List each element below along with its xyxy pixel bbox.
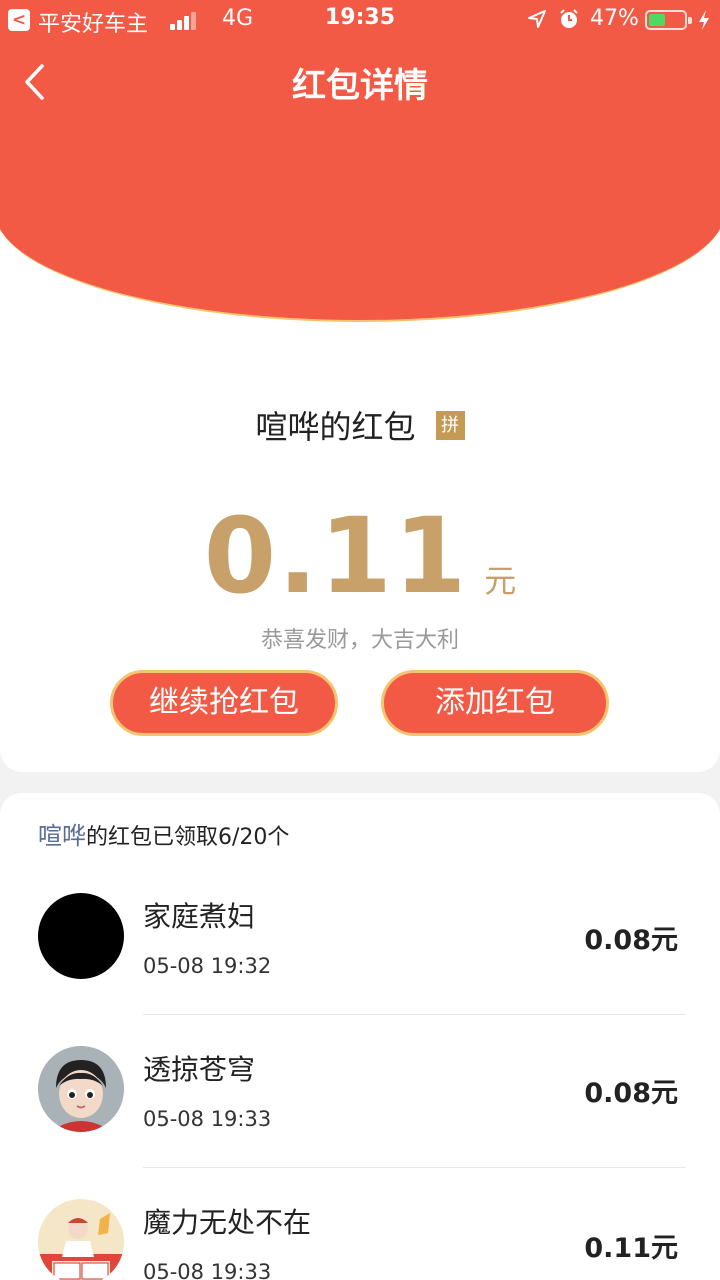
group-badge: 拼 — [435, 410, 465, 440]
claim-amount: 0.11元 — [584, 1233, 678, 1264]
envelope-flap — [0, 100, 720, 322]
avatar — [38, 893, 124, 979]
claim-amount: 0.08元 — [584, 1078, 678, 1109]
claim-amount: 0.08元 — [584, 925, 678, 956]
status-bar: < 平安好车主 4G 19:35 47% — [0, 0, 720, 40]
claimer-name: 透掠苍穹 — [143, 1053, 256, 1086]
list-item[interactable]: 魔力无处不在 05-08 19:33 0.11元 — [0, 1168, 720, 1280]
amount-unit: 元 — [484, 562, 517, 600]
avatar — [38, 1199, 124, 1280]
claims-summary: 喧哗的红包已领取6/20个 — [38, 816, 289, 851]
continue-grab-button[interactable]: 继续抢红包 — [110, 670, 338, 736]
sender-row: 喧哗的红包拼 — [0, 402, 720, 448]
sender-name: 喧哗的红包 — [255, 408, 416, 446]
claimer-name: 家庭煮妇 — [143, 900, 256, 933]
claim-time: 05-08 19:32 — [143, 954, 272, 978]
battery-percent: 47% — [590, 6, 639, 31]
claim-time: 05-08 19:33 — [143, 1260, 272, 1280]
add-envelope-button[interactable]: 添加红包 — [381, 670, 609, 736]
summary-text: 的红包已领取6/20个 — [86, 825, 290, 850]
received-amount: 0.11 — [203, 495, 469, 617]
battery-icon — [645, 10, 692, 30]
claim-time: 05-08 19:33 — [143, 1107, 272, 1131]
summary-sender[interactable]: 喧哗 — [38, 822, 86, 850]
greeting-text: 恭喜发财，大吉大利 — [260, 628, 459, 653]
battery-fill — [649, 14, 665, 26]
claimer-name: 魔力无处不在 — [143, 1206, 312, 1239]
alarm-icon — [560, 9, 578, 28]
list-item[interactable]: 家庭煮妇 05-08 19:32 0.08元 — [0, 862, 720, 1015]
list-item[interactable]: 透掠苍穹 05-08 19:33 0.08元 — [0, 1015, 720, 1168]
avatar — [38, 1046, 124, 1132]
location-icon — [528, 10, 546, 28]
charging-icon — [699, 10, 709, 30]
amount-row: 0.11 元 — [0, 495, 720, 617]
page-title: 红包详情 — [292, 66, 428, 106]
